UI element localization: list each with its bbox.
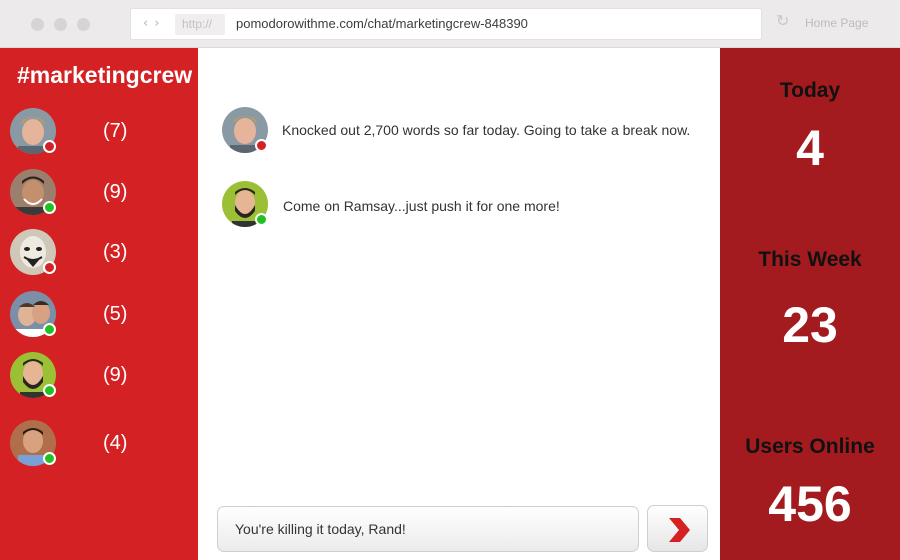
avatar — [222, 181, 268, 227]
week-value: 23 — [782, 297, 838, 353]
avatar — [10, 108, 56, 154]
avatar — [10, 420, 56, 466]
week-label: This Week — [758, 248, 862, 271]
stats-panel: Today 4 This Week 23 Users Online 456 — [720, 48, 900, 560]
member-item[interactable]: (3) — [10, 229, 190, 279]
pomodoro-count: (4) — [103, 432, 128, 454]
pomodoro-count: (9) — [103, 364, 128, 386]
pomodoro-count: (7) — [103, 120, 128, 142]
back-forward-icon[interactable]: ‹› — [143, 16, 165, 31]
send-button[interactable] — [647, 505, 708, 552]
window-minimize-dot[interactable] — [54, 18, 67, 31]
url-protocol: http:// — [175, 14, 225, 35]
members-sidebar: #marketingcrew (7) (9) (3) (5) (9) (4) — [0, 48, 198, 560]
send-arrow-icon — [669, 518, 690, 542]
member-item[interactable]: (9) — [10, 352, 190, 402]
avatar — [10, 229, 56, 275]
window-maximize-dot[interactable] — [77, 18, 90, 31]
pomodoro-count: (5) — [103, 303, 128, 325]
message-text: Knocked out 2,700 words so far today. Go… — [282, 122, 691, 138]
member-item[interactable]: (9) — [10, 169, 190, 219]
users-online-value: 456 — [768, 476, 852, 532]
status-dot — [255, 213, 268, 226]
window-close-dot[interactable] — [31, 18, 44, 31]
avatar — [10, 169, 56, 215]
url-text[interactable]: pomodorowithme.com/chat/marketingcrew-84… — [236, 16, 528, 31]
channel-name: #marketingcrew — [17, 62, 193, 88]
pomodoro-count: (9) — [103, 181, 128, 203]
address-bar[interactable]: ‹› http:// pomodorowithme.com/chat/marke… — [130, 8, 762, 40]
member-item[interactable]: (7) — [10, 108, 190, 158]
pomodoro-count: (3) — [103, 241, 128, 263]
status-dot — [43, 323, 56, 336]
status-dot — [43, 384, 56, 397]
avatar — [10, 291, 56, 337]
status-dot — [43, 452, 56, 465]
avatar — [10, 352, 56, 398]
message-text: Come on Ramsay...just push it for one mo… — [283, 198, 560, 214]
home-page-link[interactable]: Home Page — [805, 16, 868, 30]
status-dot — [255, 139, 268, 152]
status-dot — [43, 140, 56, 153]
chat-message: Come on Ramsay...just push it for one mo… — [222, 181, 702, 231]
users-online-label: Users Online — [745, 435, 875, 458]
reload-icon[interactable]: ↻ — [776, 13, 789, 29]
status-dot — [43, 201, 56, 214]
member-item[interactable]: (4) — [10, 420, 190, 470]
chat-message: Knocked out 2,700 words so far today. Go… — [222, 107, 702, 157]
today-label: Today — [779, 79, 841, 102]
avatar — [222, 107, 268, 153]
message-input[interactable]: You're killing it today, Rand! — [217, 506, 639, 552]
status-dot — [43, 261, 56, 274]
chat-panel: Knocked out 2,700 words so far today. Go… — [198, 48, 720, 560]
member-item[interactable]: (5) — [10, 291, 190, 341]
browser-toolbar: ‹› http:// pomodorowithme.com/chat/marke… — [0, 0, 900, 48]
today-value: 4 — [796, 120, 824, 176]
